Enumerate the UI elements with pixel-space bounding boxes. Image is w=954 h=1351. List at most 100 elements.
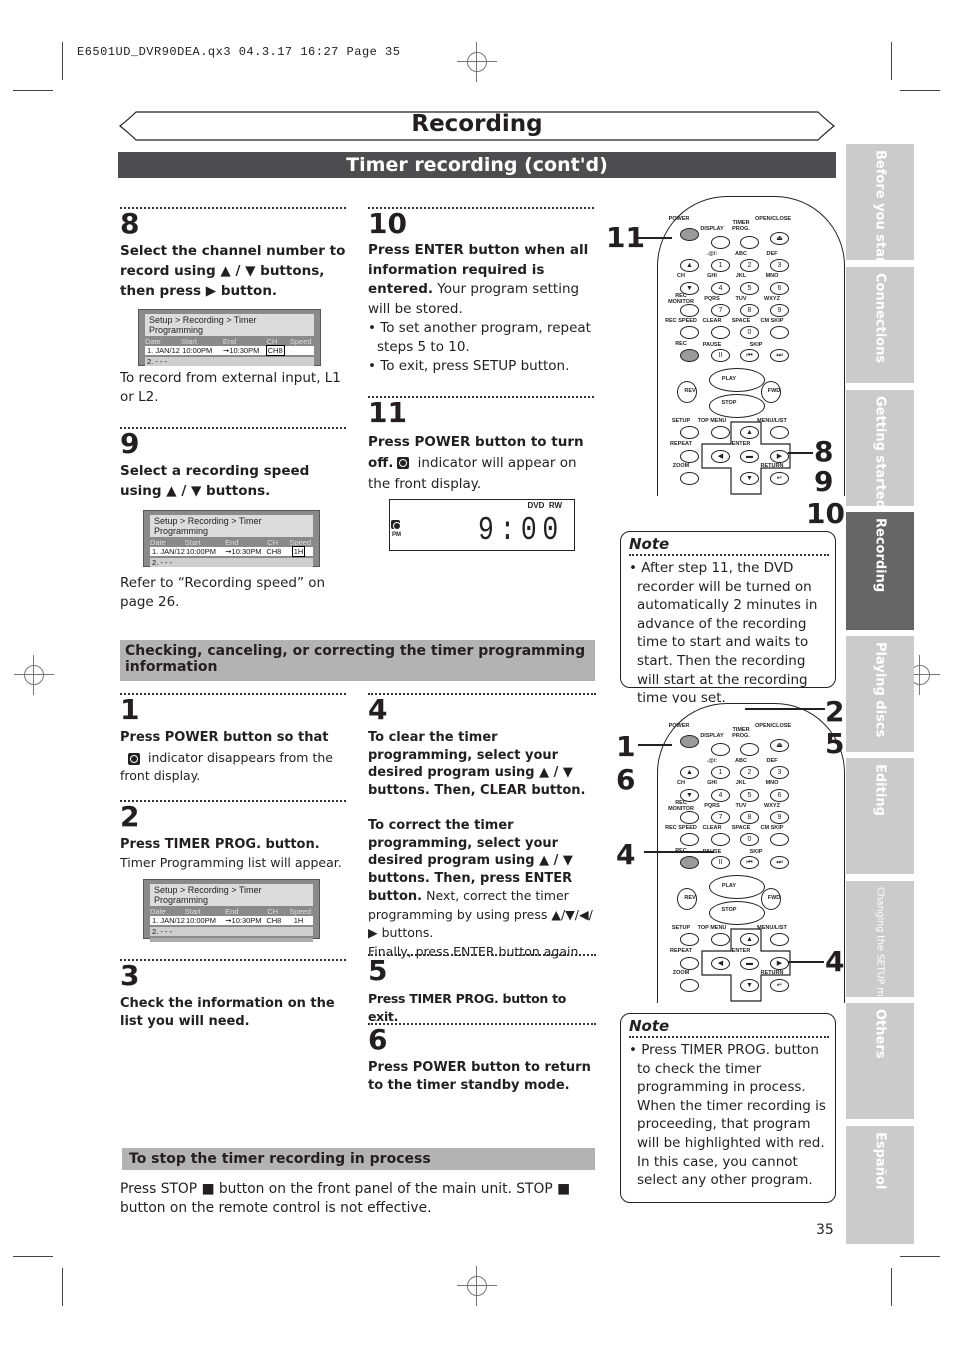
tab-label: Before you start xyxy=(872,150,888,270)
step-5: 5 Press TIMER PROG. button to exit. xyxy=(368,954,596,1026)
step-2: 2 Press TIMER PROG. button. Timer Progra… xyxy=(120,800,346,872)
step-number: 8 xyxy=(120,207,140,240)
cell-start: 10:00PM xyxy=(185,547,216,556)
rw-indicator: RW xyxy=(548,501,562,510)
side-tab-recording[interactable]: Recording xyxy=(846,512,914,630)
timer-clock-icon xyxy=(397,457,410,469)
screen-columns: Date Start End CH Speed xyxy=(150,907,313,916)
crop-mark xyxy=(62,42,63,80)
registration-mark-icon xyxy=(457,1266,497,1306)
side-tab-setup-menu[interactable]: Changing the SETUP menu xyxy=(846,881,914,1015)
side-tab-connections[interactable]: Connections xyxy=(846,267,914,383)
note-box: Note • After step 11, the DVD recorder w… xyxy=(620,531,836,706)
side-tab-getting-started[interactable]: Getting started xyxy=(846,390,914,509)
cell-ch: CH8 xyxy=(266,547,282,556)
callout-line xyxy=(788,961,824,963)
note-box: Note • Press TIMER PROG. button to check… xyxy=(620,1013,836,1203)
screen-breadcrumb: Setup > Recording > Timer Programming xyxy=(145,314,314,336)
side-tab-playing-discs[interactable]: Playing discs xyxy=(846,636,914,752)
page-subtitle: Timer recording (cont'd) xyxy=(118,152,836,178)
col-end: End xyxy=(225,907,239,916)
cell-end: 10:30PM xyxy=(231,547,262,556)
callout-step: 2 xyxy=(825,695,845,728)
tab-label: Recording xyxy=(872,518,888,593)
note-body: • After step 11, the DVD recorder will b… xyxy=(629,560,818,707)
divider xyxy=(629,1036,829,1038)
step-number: 5 xyxy=(368,954,388,987)
col-start: Start xyxy=(181,337,197,346)
program-row-blank xyxy=(150,938,313,942)
note-title: Note xyxy=(629,1017,670,1035)
cell-ch: CH8 xyxy=(266,916,282,925)
cell-ch-selected: CH8 xyxy=(265,345,285,356)
crop-mark xyxy=(900,90,940,91)
step-detail: indicator disappears from the front disp… xyxy=(120,750,333,783)
col-date: Date xyxy=(150,907,166,916)
program-row: 1. JAN/12 10:00PM ➞10:30PM CH8 1H xyxy=(150,916,313,925)
step-instruction: Select a recording speed using ▲ / ▼ but… xyxy=(120,463,310,499)
front-display: DVD RW PM 9:00 xyxy=(389,499,575,551)
screen-columns: Date Start End CH Speed xyxy=(150,538,313,547)
cell-end: 10:30PM xyxy=(231,916,262,925)
step-10: 10 Press ENTER button when all informati… xyxy=(368,207,594,376)
bullet: • To set another program, repeat steps 5… xyxy=(368,320,591,355)
tab-label: Connections xyxy=(872,273,888,364)
program-row-empty: 2. - - - xyxy=(145,357,314,366)
screen-breadcrumb: Setup > Recording > Timer Programming xyxy=(150,515,313,537)
col-date: Date xyxy=(150,538,166,547)
cell-date: 1. JAN/12 xyxy=(152,547,185,556)
note-body: • Press TIMER PROG. button to check the … xyxy=(629,1042,819,1096)
stop-instructions: Press STOP ■ button on the front panel o… xyxy=(120,1181,571,1216)
section-header: To stop the timer recording in process xyxy=(122,1148,595,1170)
callout-step: 1 xyxy=(616,730,636,763)
callout-step: 6 xyxy=(616,763,636,796)
side-tab-espanol[interactable]: Español xyxy=(846,1126,914,1244)
step-instruction: To clear the timer programming, select y… xyxy=(368,730,586,798)
step-instruction: Press TIMER PROG. button. xyxy=(120,837,320,852)
registration-mark-icon xyxy=(457,42,497,82)
tab-label: Others xyxy=(872,1009,888,1059)
col-date: Date xyxy=(145,337,161,346)
timer-clock-icon xyxy=(128,752,140,765)
side-tab-others[interactable]: Others xyxy=(846,1003,914,1119)
timer-programming-screen: Setup > Recording > Timer Programming Da… xyxy=(143,510,320,567)
program-row-empty: 2. - - - xyxy=(150,927,313,936)
section-banner: Recording xyxy=(118,110,836,142)
col-start: Start xyxy=(184,907,201,916)
remote-control-diagram: POWER DISPLAY TIMER PROG. OPEN/CLOSE ⏏ .@/: ▲ 1… xyxy=(657,703,845,1005)
step-9: 9 Select a recording speed using ▲ / ▼ b… xyxy=(120,427,346,501)
display-indicators: DVD RW xyxy=(527,501,562,510)
step-number: 11 xyxy=(368,396,407,429)
cell-date: 1. JAN/12 xyxy=(152,916,185,925)
print-slug: E6501UD_DVR90DEA.qx3 04.3.17 16:27 Page … xyxy=(77,45,401,59)
section-header: Checking, canceling, or correcting the t… xyxy=(120,640,595,681)
crop-mark xyxy=(13,90,53,91)
step-detail: Timer Programming list will appear. xyxy=(120,855,342,870)
callout-line xyxy=(745,708,825,710)
step-instruction: Select the channel number to record usin… xyxy=(120,243,346,299)
crop-mark xyxy=(900,1256,940,1257)
step-number: 6 xyxy=(368,1023,388,1056)
tab-label: Editing xyxy=(872,764,888,816)
callout-line xyxy=(644,851,714,853)
col-end: End xyxy=(225,538,239,547)
crop-mark xyxy=(13,1256,53,1257)
side-tab-editing[interactable]: Editing xyxy=(846,758,914,874)
program-row: 1. JAN/12 10:00PM ➞10:30PM CH8 xyxy=(145,345,314,356)
page-number: 35 xyxy=(816,1222,834,1238)
dpad-outline xyxy=(701,928,791,1002)
cell-date: 1. JAN/12 xyxy=(147,346,180,355)
program-row: 1. JAN/12 10:00PM ➞10:30PM CH8 1H xyxy=(150,546,313,557)
crop-mark xyxy=(891,1268,892,1306)
note-body: When the timer recording is proceeding, … xyxy=(637,1097,826,1189)
side-tab-before-you-start[interactable]: Before you start xyxy=(846,144,914,270)
step-number: 2 xyxy=(120,800,140,833)
callout-step: 9 xyxy=(814,465,834,498)
dvd-indicator: DVD xyxy=(527,501,545,510)
step-number: 1 xyxy=(120,693,140,726)
callout-line xyxy=(788,452,813,454)
cell-start: 10:00PM xyxy=(182,346,213,355)
timer-programming-screen: Setup > Recording > Timer Programming Da… xyxy=(138,309,321,366)
cell-speed-selected: 1H xyxy=(291,546,306,557)
pm-indicator: PM xyxy=(392,532,401,538)
